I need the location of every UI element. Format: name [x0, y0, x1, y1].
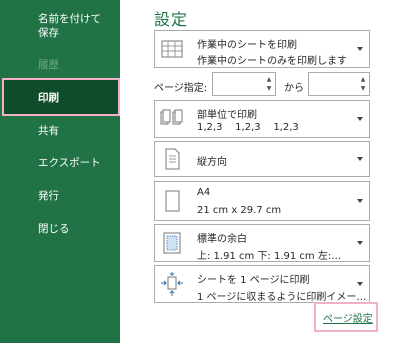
portrait-page-icon — [159, 146, 185, 172]
margins-title: 標準の余白 — [197, 234, 247, 245]
collation-title: 部単位で印刷 — [197, 110, 257, 121]
chevron-down-icon — [357, 117, 363, 121]
sidebar-item-label: 印刷 — [38, 92, 59, 104]
pages-from-input[interactable]: ▲ ▼ — [212, 72, 276, 96]
page-setup-label: ページ設定 — [323, 314, 373, 325]
sidebar-item-label: 共有 — [38, 125, 59, 137]
sidebar-item-label: 履歴 — [38, 59, 59, 71]
page-setup-link[interactable]: ページ設定 — [314, 302, 378, 332]
paper-page-icon — [159, 188, 185, 214]
collated-pages-icon — [159, 106, 185, 132]
chevron-down-icon — [357, 157, 363, 161]
margins-dropdown[interactable]: 標準の余白 上: 1.91 cm 下: 1.91 cm 左:… — [154, 224, 370, 262]
paper-size-title: A4 — [197, 187, 211, 198]
sidebar-item-share[interactable]: 共有 — [0, 124, 120, 138]
sheet-grid-icon — [159, 36, 185, 62]
spinner-arrows-icon[interactable]: ▲ ▼ — [265, 75, 273, 93]
spinner-arrows-icon[interactable]: ▲ ▼ — [359, 75, 367, 93]
sidebar-item-print[interactable]: 印刷 — [2, 78, 120, 116]
scaling-desc: 1 ページに収まるように印刷イメー… — [197, 292, 367, 303]
print-what-title: 作業中のシートを印刷 — [197, 40, 297, 51]
scaling-title: シートを 1 ページに印刷 — [197, 275, 310, 286]
sidebar-item-save-as[interactable]: 名前を付けて保存 — [0, 12, 118, 40]
sidebar-item-label: 発行 — [38, 190, 59, 202]
chevron-down-icon — [357, 199, 363, 203]
margins-page-icon — [159, 230, 185, 256]
pages-to-input[interactable]: ▲ ▼ — [308, 72, 370, 96]
chevron-down-icon — [357, 282, 363, 286]
orientation-dropdown[interactable]: 縦方向 — [154, 141, 370, 177]
chevron-down-icon — [357, 47, 363, 51]
sidebar-item-label: エクスポート — [38, 157, 101, 169]
scaling-dropdown[interactable]: シートを 1 ページに印刷 1 ページに収まるように印刷イメー… — [154, 265, 370, 303]
backstage-sidebar: 名前を付けて保存 履歴 印刷 共有 エクスポート 発行 閉じる — [0, 0, 120, 343]
collation-dropdown[interactable]: 部単位で印刷 1,2,3 1,2,3 1,2,3 — [154, 100, 370, 138]
page-title: 設定 — [154, 10, 189, 29]
sidebar-item-close[interactable]: 閉じる — [0, 222, 120, 236]
paper-size-desc: 21 cm x 29.7 cm — [197, 205, 282, 216]
orientation-title: 縦方向 — [197, 157, 227, 168]
fit-sheet-icon — [159, 271, 185, 297]
sidebar-item-history[interactable]: 履歴 — [0, 58, 120, 72]
sidebar-item-publish[interactable]: 発行 — [0, 189, 120, 203]
sidebar-item-export[interactable]: エクスポート — [0, 156, 120, 170]
pages-label: ページ指定: — [154, 83, 208, 94]
margins-desc: 上: 1.91 cm 下: 1.91 cm 左:… — [197, 251, 342, 262]
pages-to-label: から — [284, 83, 304, 94]
chevron-down-icon — [357, 241, 363, 245]
print-what-desc: 作業中のシートのみを印刷します — [197, 56, 347, 67]
sidebar-item-label: 名前を付けて保存 — [38, 13, 101, 39]
collation-desc: 1,2,3 1,2,3 1,2,3 — [197, 122, 299, 133]
paper-size-dropdown[interactable]: A4 21 cm x 29.7 cm — [154, 181, 370, 221]
print-what-dropdown[interactable]: 作業中のシートを印刷 作業中のシートのみを印刷します — [154, 30, 370, 68]
sidebar-item-label: 閉じる — [38, 223, 70, 235]
